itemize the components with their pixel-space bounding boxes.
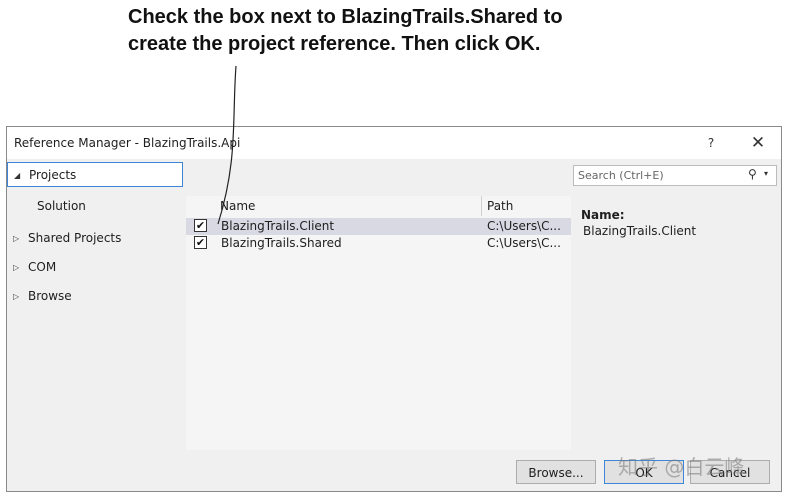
search-icon[interactable]: ⚲ (748, 167, 757, 181)
details-pane: Name: BlazingTrails.Client (573, 196, 777, 450)
nav-item-label: COM (28, 260, 57, 274)
nav-item-label: Shared Projects (28, 231, 122, 245)
project-row-shared[interactable]: ✔ BlazingTrails.Shared C:\Users\C... (186, 235, 571, 252)
project-row-client[interactable]: ✔ BlazingTrails.Client C:\Users\C... (186, 218, 571, 235)
nav-item-shared-projects[interactable]: ▷ Shared Projects (7, 226, 183, 251)
nav-item-projects[interactable]: ◢ Projects (7, 162, 183, 187)
detail-name-label: Name: (581, 208, 625, 222)
project-name: BlazingTrails.Shared (221, 236, 342, 250)
nav-item-label: Solution (37, 199, 86, 213)
browse-button[interactable]: Browse... (516, 460, 596, 484)
dialog-title: Reference Manager - BlazingTrails.Api (14, 136, 241, 150)
chevron-down-icon[interactable]: ▾ (764, 169, 768, 178)
nav-item-com[interactable]: ▷ COM (7, 255, 183, 280)
project-path: C:\Users\C... (487, 219, 561, 233)
project-name: BlazingTrails.Client (221, 219, 335, 233)
title-bar: Reference Manager - BlazingTrails.Api ? … (7, 127, 781, 159)
reference-checkbox[interactable]: ✔ (194, 236, 207, 249)
instruction-line-2: create the project reference. Then click… (128, 33, 541, 55)
collapsed-arrow-icon: ▷ (13, 263, 20, 272)
close-button[interactable]: ✕ (743, 131, 773, 155)
search-input[interactable] (578, 167, 738, 184)
reference-manager-dialog: Reference Manager - BlazingTrails.Api ? … (6, 126, 782, 492)
instruction-callout: Check the box next to BlazingTrails.Shar… (128, 4, 648, 58)
nav-item-label: Browse (28, 289, 72, 303)
column-header-path[interactable]: Path (487, 196, 513, 216)
nav-item-label: Projects (29, 168, 77, 182)
collapsed-arrow-icon: ▷ (13, 234, 20, 243)
project-list-panel: Name Path ✔ BlazingTrails.Client C:\User… (186, 160, 571, 450)
watermark: 知乎 @白云峰 (618, 455, 745, 479)
category-tree: ◢ Projects Solution ▷ Shared Projects ▷ … (7, 160, 185, 450)
nav-item-browse[interactable]: ▷ Browse (7, 284, 183, 309)
project-path: C:\Users\C... (487, 236, 561, 250)
collapsed-arrow-icon: ▷ (13, 292, 20, 301)
reference-checkbox[interactable]: ✔ (194, 219, 207, 232)
nav-item-solution[interactable]: Solution (7, 194, 183, 219)
column-header-name[interactable]: Name (220, 196, 255, 216)
help-button[interactable]: ? (696, 131, 726, 155)
search-box[interactable]: ⚲ ▾ (573, 165, 777, 186)
expanded-arrow-icon: ◢ (14, 171, 21, 180)
instruction-line-1: Check the box next to BlazingTrails.Shar… (128, 6, 563, 28)
detail-name-value: BlazingTrails.Client (583, 224, 697, 238)
column-divider[interactable] (481, 196, 482, 216)
